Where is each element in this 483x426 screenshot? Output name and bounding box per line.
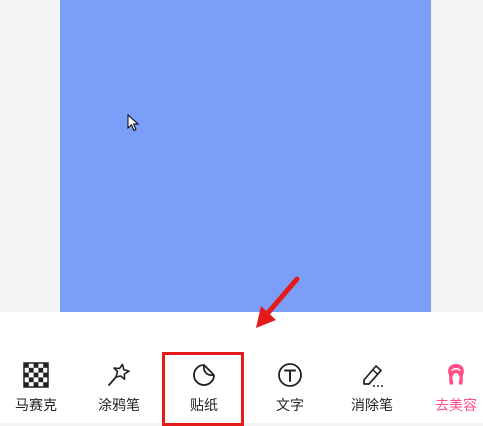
tool-beauty-label: 去美容 (435, 398, 477, 414)
tool-doodle-pen-label: 涂鸦笔 (98, 398, 140, 414)
beauty-icon (448, 364, 464, 385)
sticker-highlight-box (162, 352, 244, 426)
tool-eraser-pen[interactable]: 消除笔 (340, 362, 404, 422)
editor-canvas-area (0, 0, 483, 312)
red-arrow-annotation (256, 276, 300, 328)
text-icon (278, 363, 302, 387)
doodle-pen-icon (108, 363, 130, 386)
tool-mosaic[interactable]: 马赛克 (4, 362, 68, 422)
mosaic-icon (23, 362, 49, 388)
mouse-cursor-icon (127, 114, 140, 132)
tool-beauty[interactable]: 去美容 (424, 362, 483, 422)
tool-mosaic-label: 马赛克 (15, 398, 57, 414)
tool-eraser-pen-label: 消除笔 (351, 398, 393, 414)
tool-text-label: 文字 (276, 398, 304, 414)
tool-text[interactable]: 文字 (258, 362, 322, 422)
image-canvas[interactable] (60, 0, 431, 312)
tool-doodle-pen[interactable]: 涂鸦笔 (87, 362, 151, 422)
eraser-pen-icon (363, 365, 383, 387)
